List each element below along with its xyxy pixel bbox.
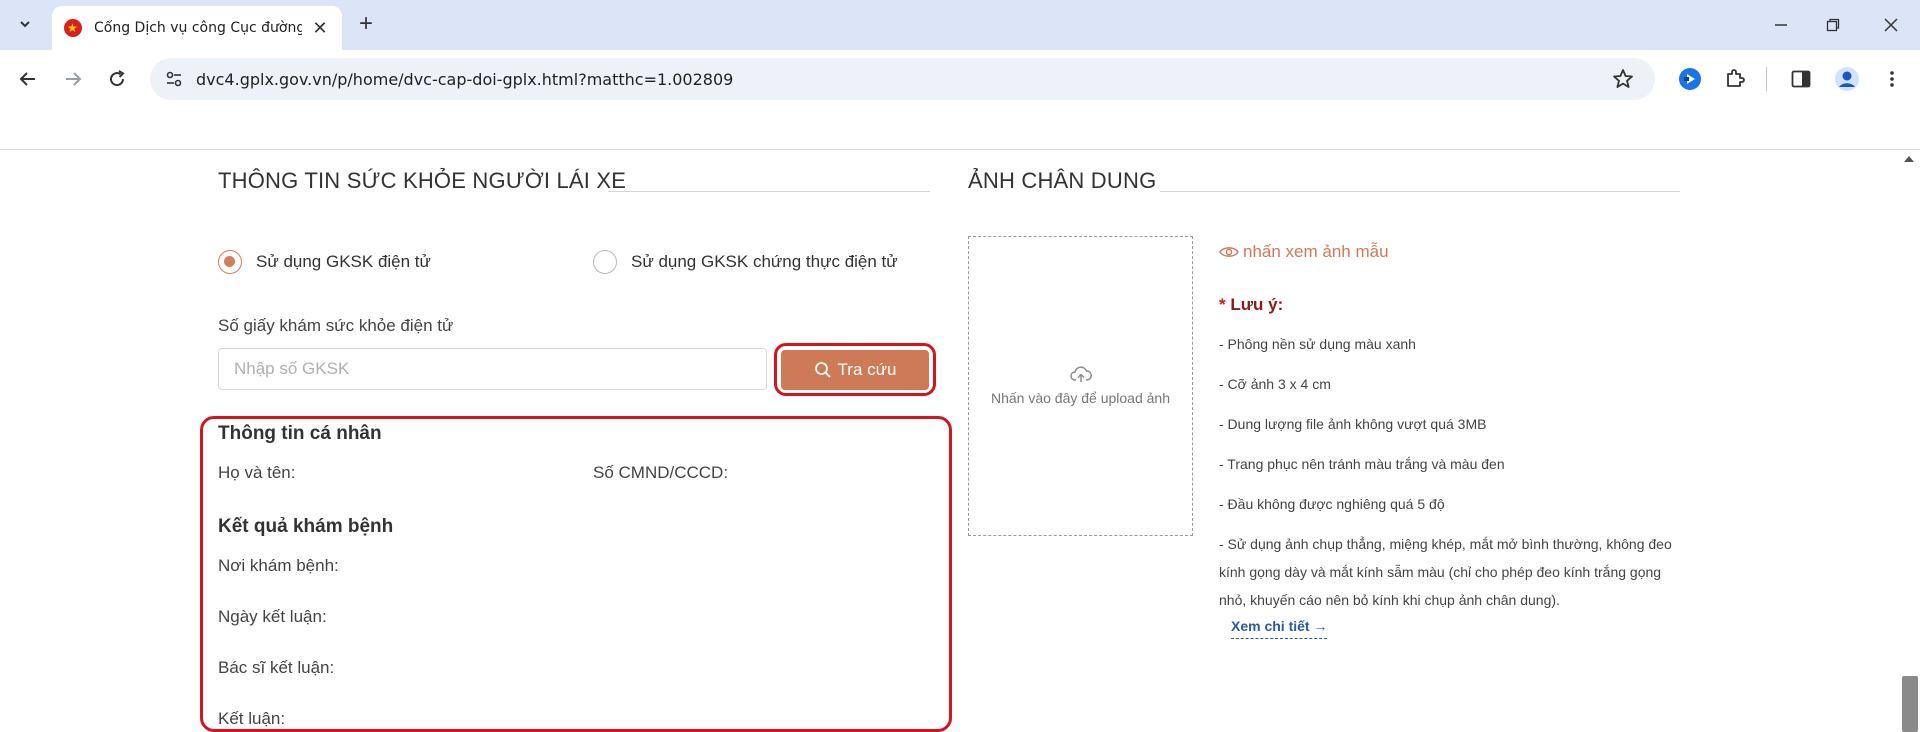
window-close-button[interactable] <box>1876 10 1906 40</box>
health-title-line <box>608 191 930 192</box>
forward-button[interactable] <box>57 63 89 95</box>
browser-tab-active[interactable]: Cổng Dịch vụ công Cục đường ✕ <box>52 6 342 50</box>
cloud-upload-icon <box>1069 366 1092 382</box>
arrow-left-icon <box>19 72 35 86</box>
note-item-filesize: - Dung lượng file ảnh không vượt quá 3MB <box>1219 416 1487 432</box>
personal-info-heading: Thông tin cá nhân <box>218 423 382 444</box>
id-number-label: Số CMND/CCCD: <box>593 463 729 482</box>
search-button-label: Tra cứu <box>837 360 897 379</box>
exam-place-label: Nơi khám bệnh: <box>218 556 339 575</box>
doctor-label: Bác sĩ kết luận: <box>218 658 335 677</box>
url-text: dvc4.gplx.gov.vn/p/home/dvc-cap-doi-gplx… <box>196 69 734 89</box>
puzzle-icon <box>1727 69 1745 87</box>
portrait-title-line <box>1160 191 1680 192</box>
eye-icon <box>1219 247 1239 257</box>
arrow-right-icon <box>66 72 82 86</box>
side-panel-button[interactable] <box>1785 63 1817 95</box>
extension-button[interactable] <box>1674 63 1706 95</box>
conclusion-date-label: Ngày kết luận: <box>218 607 327 626</box>
extension-app-icon <box>1679 68 1701 90</box>
minimize-icon <box>1775 24 1787 26</box>
radio-certified-gksk[interactable] <box>593 250 617 274</box>
note-item-size: - Cỡ ảnh 3 x 4 cm <box>1219 376 1331 392</box>
scroll-up-arrow[interactable] <box>1904 156 1914 162</box>
portrait-section-title: ẢNH CHÂN DUNG <box>968 168 1157 193</box>
view-sample-photo-link[interactable]: nhấn xem ảnh mẫu <box>1219 242 1389 262</box>
search-icon <box>814 362 831 378</box>
new-tab-button[interactable]: + <box>352 10 380 38</box>
radio-electronic-label[interactable]: Sử dụng GKSK điện tử <box>256 252 431 272</box>
exam-result-heading: Kết quả khám bệnh <box>218 516 394 537</box>
note-asterisk: * <box>1219 295 1226 314</box>
site-settings-icon[interactable] <box>164 69 184 89</box>
restore-button[interactable] <box>1818 10 1848 40</box>
site-favicon-icon <box>64 19 82 37</box>
restore-icon <box>1826 18 1840 32</box>
more-vertical-icon <box>1890 71 1894 87</box>
reload-button[interactable] <box>101 63 133 95</box>
minimize-button[interactable] <box>1766 10 1796 40</box>
view-details-link[interactable]: Xem chi tiết → <box>1231 618 1328 639</box>
extensions-menu-button[interactable] <box>1719 63 1751 95</box>
back-button[interactable] <box>12 63 44 95</box>
note-item-clothing: - Trang phục nên tránh màu trắng và màu … <box>1219 456 1505 472</box>
radio-electronic-gksk[interactable] <box>218 250 242 274</box>
reload-icon <box>110 70 125 87</box>
gksk-number-input[interactable] <box>218 348 767 390</box>
address-bar[interactable]: dvc4.gplx.gov.vn/p/home/dvc-cap-doi-gplx… <box>150 58 1655 100</box>
full-name-label: Họ và tên: <box>218 463 296 482</box>
health-section-title: THÔNG TIN SỨC KHỎE NGƯỜI LÁI XE <box>218 168 627 193</box>
tab-search-button[interactable] <box>10 9 40 39</box>
profile-button[interactable] <box>1831 63 1863 95</box>
bookmark-star-icon[interactable] <box>1611 67 1635 91</box>
sample-link-text: nhấn xem ảnh mẫu <box>1243 242 1389 261</box>
plus-icon: + <box>358 10 373 37</box>
conclusion-label: Kết luận: <box>218 709 286 728</box>
page-top-border <box>0 149 1920 150</box>
upload-text: Nhấn vào đây để upload ảnh <box>990 390 1171 406</box>
note-title: Lưu ý: <box>1230 295 1284 314</box>
radio-certified-label[interactable]: Sử dụng GKSK chứng thực điện tử <box>631 252 898 272</box>
note-item-photo-rules: - Sử dụng ảnh chụp thẳng, miệng khép, mắ… <box>1219 536 1672 608</box>
note-heading: * Lưu ý: <box>1219 295 1283 315</box>
scrollbar-thumb[interactable] <box>1902 676 1918 732</box>
side-panel-icon <box>1791 70 1811 88</box>
close-icon[interactable]: ✕ <box>310 18 330 38</box>
browser-menu-button[interactable] <box>1876 63 1908 95</box>
avatar-icon <box>1835 67 1859 91</box>
close-icon <box>1884 18 1898 32</box>
photo-upload-area[interactable]: Nhấn vào đây để upload ảnh <box>968 236 1193 536</box>
gksk-number-label: Số giấy khám sức khỏe điện tử <box>218 316 454 335</box>
chevron-down-icon <box>20 21 30 28</box>
search-button[interactable]: Tra cứu <box>781 350 929 390</box>
note-item-background: - Phông nền sử dụng màu xanh <box>1219 336 1416 352</box>
tab-title: Cổng Dịch vụ công Cục đường <box>94 20 302 36</box>
note-item-head-tilt: - Đầu không được nghiêng quá 5 độ <box>1219 496 1445 512</box>
toolbar-divider <box>1766 67 1767 91</box>
